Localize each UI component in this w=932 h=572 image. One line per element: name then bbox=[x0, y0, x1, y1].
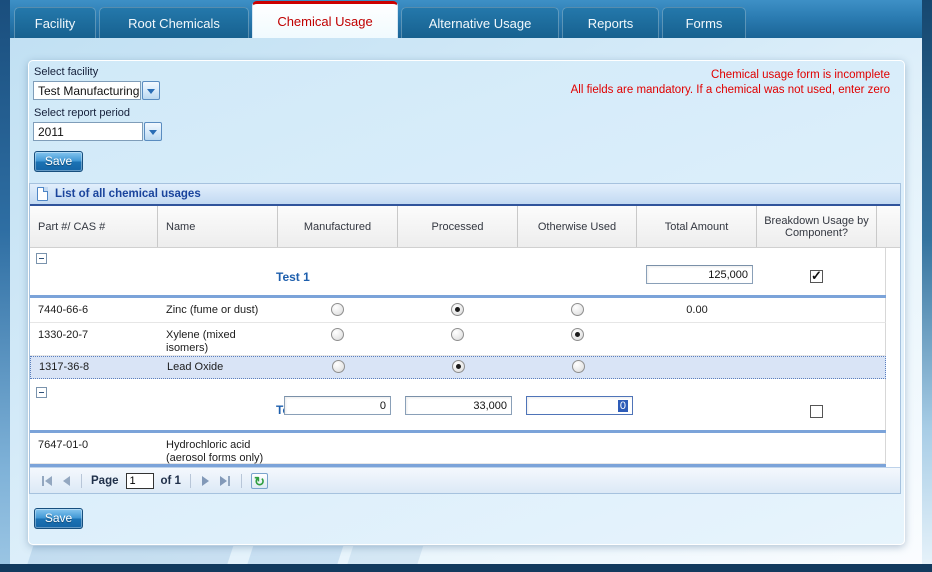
group1-breakdown-checkbox[interactable] bbox=[810, 268, 823, 284]
processed-radio[interactable] bbox=[451, 303, 464, 316]
report-period-label: Select report period bbox=[34, 107, 130, 119]
report-period-select-value[interactable]: 2011 bbox=[33, 122, 143, 141]
tab-root-chemicals[interactable]: Root Chemicals bbox=[99, 7, 249, 38]
cas-cell: 7440-66-6 bbox=[38, 304, 89, 316]
window-bottom-border bbox=[0, 564, 932, 572]
page-number-input[interactable] bbox=[125, 472, 154, 489]
next-page-icon[interactable] bbox=[200, 474, 211, 488]
otherwise-used-radio[interactable] bbox=[571, 328, 584, 341]
group-row-test2: Test 2 0 bbox=[30, 379, 886, 430]
grid-body: Test 1 7440-66-6 Zinc (fume or dust) 0.0… bbox=[30, 248, 900, 467]
first-page-icon[interactable] bbox=[40, 474, 54, 488]
background-decoration bbox=[26, 546, 234, 566]
window-right-border bbox=[922, 0, 932, 572]
manufactured-radio[interactable] bbox=[331, 303, 344, 316]
prev-page-icon[interactable] bbox=[61, 474, 72, 488]
facility-select[interactable]: Test Manufacturing Facilit bbox=[33, 81, 160, 100]
tab-reports[interactable]: Reports bbox=[562, 7, 659, 38]
table-row-xylene[interactable]: 1330-20-7 Xylene (mixed isomers) bbox=[30, 323, 886, 356]
collapse-minus-icon[interactable] bbox=[36, 253, 47, 264]
group-row-test1: Test 1 bbox=[30, 248, 886, 295]
tab-facility[interactable]: Facility bbox=[14, 7, 96, 38]
pager-divider bbox=[81, 473, 82, 488]
grid-column-headers: Part #/ CAS # Name Manufactured Processe… bbox=[30, 206, 900, 248]
page-of-label: of 1 bbox=[160, 474, 181, 487]
grid-title: List of all chemical usages bbox=[55, 188, 201, 200]
column-header-filler bbox=[877, 206, 900, 247]
report-period-select[interactable]: 2011 bbox=[33, 122, 162, 141]
group2-manufactured-input[interactable] bbox=[284, 396, 391, 415]
validation-message-line2: All fields are mandatory. If a chemical … bbox=[570, 84, 890, 96]
tab-alternative-usage[interactable]: Alternative Usage bbox=[401, 7, 559, 38]
app-window: Facility Root Chemicals Chemical Usage A… bbox=[0, 0, 932, 572]
manufactured-radio[interactable] bbox=[332, 360, 345, 373]
group-label: Test 1 bbox=[276, 270, 310, 284]
processed-radio[interactable] bbox=[451, 328, 464, 341]
facility-select-value[interactable]: Test Manufacturing Facilit bbox=[33, 81, 141, 100]
selected-text: 0 bbox=[617, 400, 628, 412]
document-icon bbox=[37, 187, 48, 201]
last-page-icon[interactable] bbox=[218, 474, 232, 488]
pager-divider bbox=[189, 473, 191, 488]
column-header-breakdown: Breakdown Usage by Component? bbox=[757, 206, 877, 247]
cas-cell: 7647-01-0 bbox=[38, 439, 89, 451]
otherwise-used-radio[interactable] bbox=[571, 303, 584, 316]
cas-cell: 1330-20-7 bbox=[38, 329, 89, 341]
tab-chemical-usage[interactable]: Chemical Usage bbox=[252, 1, 398, 38]
grid-pager: Page of 1 ↻ bbox=[30, 467, 900, 493]
name-cell: Hydrochloric acid (aerosol forms only) bbox=[166, 439, 264, 464]
processed-radio[interactable] bbox=[452, 360, 465, 373]
tab-bar: Facility Root Chemicals Chemical Usage A… bbox=[0, 0, 932, 38]
group2-breakdown-checkbox[interactable] bbox=[810, 405, 823, 418]
refresh-icon[interactable]: ↻ bbox=[250, 472, 268, 489]
group2-processed-input[interactable] bbox=[405, 396, 512, 415]
validation-message-line1: Chemical usage form is incomplete bbox=[711, 69, 890, 81]
group1-total-amount-input[interactable] bbox=[646, 265, 753, 284]
column-header-manufactured: Manufactured bbox=[278, 206, 398, 247]
validation-messages: Chemical usage form is incomplete All fi… bbox=[571, 68, 890, 98]
chemical-usages-grid: List of all chemical usages Part #/ CAS … bbox=[29, 183, 901, 494]
background-decoration bbox=[346, 546, 424, 566]
background-decoration bbox=[246, 546, 344, 566]
column-header-processed: Processed bbox=[398, 206, 518, 247]
facility-label: Select facility bbox=[34, 66, 99, 78]
column-header-otherwise-used: Otherwise Used bbox=[518, 206, 637, 247]
name-cell: Lead Oxide bbox=[167, 361, 224, 373]
collapse-minus-icon[interactable] bbox=[36, 387, 47, 398]
name-cell: Xylene (mixed isomers) bbox=[166, 329, 236, 354]
content-panel: Select facility Test Manufacturing Facil… bbox=[28, 60, 905, 545]
window-left-border bbox=[0, 0, 10, 572]
grid-title-bar: List of all chemical usages bbox=[30, 184, 900, 206]
total-amount-cell: 0.00 bbox=[686, 304, 708, 316]
cas-cell: 1317-36-8 bbox=[39, 361, 90, 373]
pager-divider bbox=[240, 473, 242, 488]
save-button-top[interactable]: Save bbox=[34, 151, 83, 172]
column-header-name: Name bbox=[158, 206, 278, 247]
column-header-total-amount: Total Amount bbox=[637, 206, 757, 247]
group2-otherwise-used-input[interactable]: 0 bbox=[526, 396, 633, 415]
save-button-bottom[interactable]: Save bbox=[34, 508, 83, 529]
table-row-zinc[interactable]: 7440-66-6 Zinc (fume or dust) 0.00 bbox=[30, 298, 886, 323]
chevron-down-icon[interactable] bbox=[144, 122, 162, 141]
tab-forms[interactable]: Forms bbox=[662, 7, 746, 38]
manufactured-radio[interactable] bbox=[331, 328, 344, 341]
name-cell: Zinc (fume or dust) bbox=[166, 304, 259, 316]
otherwise-used-radio[interactable] bbox=[572, 360, 585, 373]
group-separator bbox=[30, 464, 886, 467]
chevron-down-icon[interactable] bbox=[142, 81, 160, 100]
page-label: Page bbox=[91, 474, 119, 487]
table-row-hydrochloric[interactable]: 7647-01-0 Hydrochloric acid (aerosol for… bbox=[30, 433, 886, 464]
table-row-lead-oxide[interactable]: 1317-36-8 Lead Oxide bbox=[30, 356, 886, 379]
column-header-part-cas: Part #/ CAS # bbox=[30, 206, 158, 247]
